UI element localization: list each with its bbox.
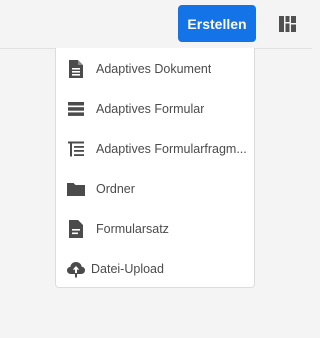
- menu-item-adaptive-form[interactable]: Adaptives Formular: [56, 89, 254, 129]
- form-icon: [66, 99, 86, 119]
- menu-item-label: Ordner: [96, 182, 135, 196]
- menu-item-label: Adaptives Formularfragm...: [96, 142, 247, 156]
- create-dropdown-menu: Adaptives Dokument Adaptives Formular Ad…: [55, 48, 255, 288]
- menu-item-adaptive-form-fragment[interactable]: Adaptives Formularfragm...: [56, 129, 254, 169]
- folder-icon: [66, 179, 86, 199]
- menu-item-label: Adaptives Dokument: [96, 62, 212, 76]
- menu-item-adaptive-document[interactable]: Adaptives Dokument: [56, 49, 254, 89]
- menu-item-file-upload[interactable]: Datei-Upload: [56, 249, 254, 289]
- form-fragment-icon: [66, 139, 86, 159]
- menu-item-folder[interactable]: Ordner: [56, 169, 254, 209]
- cloud-upload-icon: [66, 259, 86, 279]
- column-view-icon[interactable]: [278, 14, 298, 34]
- menu-item-label: Formularsatz: [96, 222, 169, 236]
- create-button[interactable]: Erstellen: [178, 5, 256, 42]
- form-set-icon: [66, 219, 86, 239]
- menu-item-label: Datei-Upload: [91, 262, 164, 276]
- menu-item-label: Adaptives Formular: [96, 102, 205, 116]
- menu-item-form-set[interactable]: Formularsatz: [56, 209, 254, 249]
- top-bar: Erstellen: [0, 0, 312, 49]
- document-icon: [66, 59, 86, 79]
